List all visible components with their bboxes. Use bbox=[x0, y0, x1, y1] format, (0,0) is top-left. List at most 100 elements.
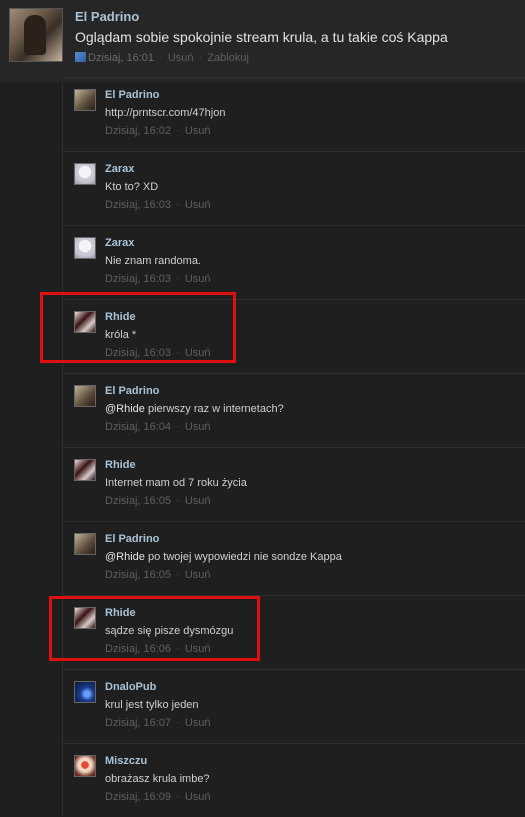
delete-link[interactable]: Usuń bbox=[185, 125, 211, 137]
separator: · bbox=[198, 52, 203, 64]
comment-text: Nie znam randoma. bbox=[105, 255, 201, 267]
comment-text: @Rhide pierwszy raz w internetach? bbox=[105, 403, 284, 415]
comment-time: Dzisiaj, 16:06 bbox=[105, 643, 172, 655]
avatar[interactable] bbox=[74, 607, 96, 629]
comment-body: krul jest tylko jeden bbox=[105, 699, 199, 711]
comment-body: sądze się pisze dysmózgu bbox=[105, 625, 234, 637]
comment: Rhide króla * Dzisiaj, 16:03 · Usuń bbox=[63, 299, 525, 373]
separator: · bbox=[176, 717, 180, 729]
avatar[interactable] bbox=[74, 89, 96, 111]
comment-text: http://prntscr.com/47hjon bbox=[105, 107, 225, 119]
comment: El Padrino @Rhide pierwszy raz w interne… bbox=[63, 373, 525, 447]
comment: Rhide Internet mam od 7 roku życia Dzisi… bbox=[63, 447, 525, 521]
delete-link[interactable]: Usuń bbox=[185, 717, 211, 729]
separator: · bbox=[159, 52, 163, 64]
separator: · bbox=[176, 273, 180, 285]
avatar[interactable] bbox=[74, 311, 96, 333]
comment-author[interactable]: El Padrino bbox=[105, 533, 159, 545]
comment: El Padrino @Rhide po twojej wypowiedzi n… bbox=[63, 521, 525, 595]
comment-body: http://prntscr.com/47hjon bbox=[105, 107, 226, 119]
delete-link[interactable]: Usuń bbox=[185, 495, 211, 507]
comment-time: Dzisiaj, 16:05 bbox=[105, 495, 172, 507]
comment-meta: Dzisiaj, 16:03 · Usuń bbox=[105, 199, 211, 211]
delete-link[interactable]: Usuń bbox=[185, 273, 211, 285]
comment-meta: Dzisiaj, 16:05 · Usuń bbox=[105, 569, 211, 581]
comment: Miszczu obrażasz krula imbe? Dzisiaj, 16… bbox=[63, 743, 525, 817]
separator: · bbox=[176, 569, 180, 581]
avatar[interactable] bbox=[74, 681, 96, 703]
comment-meta: Dzisiaj, 16:04 · Usuń bbox=[105, 421, 211, 433]
comment-body: obrażasz krula imbe? bbox=[105, 773, 210, 785]
delete-link[interactable]: Usuń bbox=[185, 421, 211, 433]
block-link[interactable]: Zablokuj bbox=[207, 52, 249, 64]
separator: · bbox=[176, 199, 180, 211]
comment-text: obrażasz krula imbe? bbox=[105, 773, 210, 785]
delete-link[interactable]: Usuń bbox=[185, 791, 211, 803]
comment: DnaloPub krul jest tylko jeden Dzisiaj, … bbox=[63, 669, 525, 743]
comment-body: króla * bbox=[105, 329, 137, 341]
avatar[interactable] bbox=[74, 533, 96, 555]
post-meta: Dzisiaj, 16:01 · Usuń · Zablokuj bbox=[75, 52, 249, 64]
comment-time: Dzisiaj, 16:05 bbox=[105, 569, 172, 581]
comment-time: Dzisiaj, 16:03 bbox=[105, 347, 172, 359]
comment-time: Dzisiaj, 16:02 bbox=[105, 125, 172, 137]
comment-meta: Dzisiaj, 16:03 · Usuń bbox=[105, 273, 211, 285]
comment-time: Dzisiaj, 16:03 bbox=[105, 199, 172, 211]
post-text: Oglądam sobie spokojnie stream krula, a … bbox=[75, 29, 448, 45]
comment-meta: Dzisiaj, 16:02 · Usuń bbox=[105, 125, 211, 137]
comment-author[interactable]: Rhide bbox=[105, 459, 136, 471]
comment-meta: Dzisiaj, 16:07 · Usuń bbox=[105, 717, 211, 729]
comment-author[interactable]: Rhide bbox=[105, 607, 136, 619]
mention[interactable]: @Rhide bbox=[105, 403, 145, 415]
comment-text: króla * bbox=[105, 329, 136, 341]
comment-time: Dzisiaj, 16:04 bbox=[105, 421, 172, 433]
comment-body: Internet mam od 7 roku życia bbox=[105, 477, 247, 489]
comment-meta: Dzisiaj, 16:06 · Usuń bbox=[105, 643, 211, 655]
avatar[interactable] bbox=[74, 163, 96, 185]
delete-link[interactable]: Usuń bbox=[185, 569, 211, 581]
comment: Zarax Kto to? XD Dzisiaj, 16:03 · Usuń bbox=[63, 151, 525, 225]
mention[interactable]: @Rhide bbox=[105, 551, 145, 563]
comment-meta: Dzisiaj, 16:09 · Usuń bbox=[105, 791, 211, 803]
comment-author[interactable]: Zarax bbox=[105, 237, 134, 249]
separator: · bbox=[176, 643, 180, 655]
avatar[interactable] bbox=[74, 237, 96, 259]
avatar[interactable] bbox=[74, 385, 96, 407]
delete-link[interactable]: Usuń bbox=[185, 643, 211, 655]
comment-author[interactable]: El Padrino bbox=[105, 385, 159, 397]
delete-link[interactable]: Usuń bbox=[185, 347, 211, 359]
twitter-icon bbox=[75, 52, 86, 62]
comment-text: @Rhide po twojej wypowiedzi nie sondze K… bbox=[105, 551, 342, 563]
comment-text: Internet mam od 7 roku życia bbox=[105, 477, 247, 489]
separator: · bbox=[176, 495, 180, 507]
comment-text: sądze się pisze dysmózgu bbox=[105, 625, 233, 637]
avatar[interactable] bbox=[74, 755, 96, 777]
comment-body: Nie znam randoma. bbox=[105, 255, 201, 267]
separator: · bbox=[176, 347, 180, 359]
comment-body: pierwszy raz w internetach? bbox=[144, 403, 284, 415]
comment-time: Dzisiaj, 16:09 bbox=[105, 791, 172, 803]
comment-author[interactable]: El Padrino bbox=[105, 89, 159, 101]
comment: Zarax Nie znam randoma. Dzisiaj, 16:03 ·… bbox=[63, 225, 525, 299]
separator: · bbox=[176, 421, 180, 433]
comment-author[interactable]: Zarax bbox=[105, 163, 134, 175]
comment-meta: Dzisiaj, 16:03 · Usuń bbox=[105, 347, 211, 359]
comment-author[interactable]: Miszczu bbox=[105, 755, 147, 767]
avatar[interactable] bbox=[74, 459, 96, 481]
comment-meta: Dzisiaj, 16:05 · Usuń bbox=[105, 495, 211, 507]
separator: · bbox=[176, 791, 180, 803]
comment-time: Dzisiaj, 16:07 bbox=[105, 717, 172, 729]
post-author[interactable]: El Padrino bbox=[75, 9, 139, 24]
post-time: Dzisiaj, 16:01 bbox=[88, 52, 155, 64]
delete-link[interactable]: Usuń bbox=[185, 199, 211, 211]
comment-time: Dzisiaj, 16:03 bbox=[105, 273, 172, 285]
avatar[interactable] bbox=[9, 8, 63, 62]
delete-link[interactable]: Usuń bbox=[168, 52, 194, 64]
comment-author[interactable]: Rhide bbox=[105, 311, 136, 323]
comment: Rhide sądze się pisze dysmózgu Dzisiaj, … bbox=[63, 595, 525, 669]
comment-text: Kto to? XD bbox=[105, 181, 158, 193]
comment-author[interactable]: DnaloPub bbox=[105, 681, 156, 693]
comment-text: krul jest tylko jeden bbox=[105, 699, 199, 711]
original-post: El Padrino Oglądam sobie spokojnie strea… bbox=[0, 0, 525, 82]
comment: El Padrino http://prntscr.com/47hjon Dzi… bbox=[63, 77, 525, 151]
